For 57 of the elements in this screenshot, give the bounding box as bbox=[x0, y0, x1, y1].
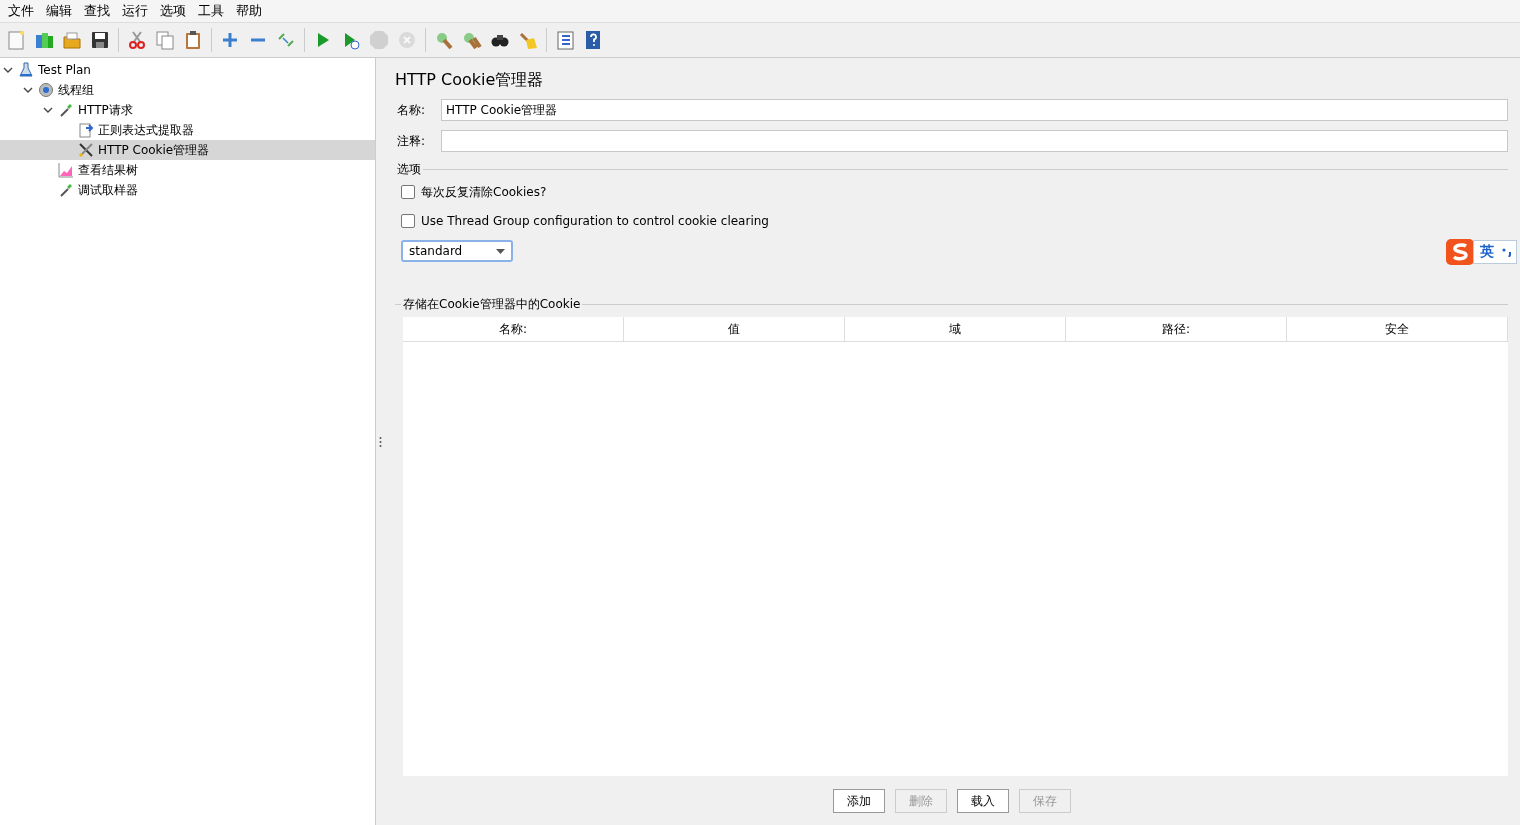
pipette-icon bbox=[58, 182, 74, 198]
punctuation-icon[interactable] bbox=[1502, 247, 1512, 257]
tree-item[interactable]: 正则表达式提取器 bbox=[0, 120, 375, 140]
grip-icon bbox=[379, 435, 382, 448]
action-button[interactable]: 载入 bbox=[956, 789, 1009, 813]
menu-item[interactable]: 选项 bbox=[154, 2, 192, 20]
column-header[interactable]: 路径: bbox=[1066, 317, 1287, 341]
column-header[interactable]: 值 bbox=[624, 317, 845, 341]
checkbox-label: Use Thread Group configuration to control cookie clearing bbox=[421, 214, 769, 228]
column-header[interactable]: 安全 bbox=[1287, 317, 1508, 341]
checkbox-label: 每次反复清除Cookies? bbox=[421, 183, 547, 201]
tree-item[interactable]: 调试取样器 bbox=[0, 180, 375, 200]
copy-icon[interactable] bbox=[155, 30, 175, 50]
ime-status-bar[interactable]: 英 bbox=[1473, 240, 1517, 264]
tree-item[interactable]: 线程组 bbox=[0, 80, 375, 100]
field-label: 名称: bbox=[397, 101, 427, 119]
clipboard-icon[interactable] bbox=[183, 30, 203, 50]
plus-icon[interactable] bbox=[220, 30, 240, 50]
menu-item[interactable]: 运行 bbox=[116, 2, 154, 20]
books-icon[interactable] bbox=[34, 30, 54, 50]
menu-item[interactable]: 查找 bbox=[78, 2, 116, 20]
text-field[interactable] bbox=[441, 130, 1508, 152]
new-file-icon[interactable] bbox=[6, 30, 26, 50]
list-icon[interactable] bbox=[555, 30, 575, 50]
checkbox[interactable] bbox=[401, 185, 415, 199]
tree-item[interactable]: HTTP请求 bbox=[0, 100, 375, 120]
brooms-icon[interactable] bbox=[462, 30, 482, 50]
section-title: 选项 bbox=[396, 161, 422, 178]
scissors-icon[interactable] bbox=[127, 30, 147, 50]
caret-icon bbox=[496, 248, 505, 254]
gear-icon bbox=[38, 82, 54, 98]
tree-item[interactable]: HTTP Cookie管理器 bbox=[0, 140, 375, 160]
tree-item[interactable]: 查看结果树 bbox=[0, 160, 375, 180]
folder-icon[interactable] bbox=[62, 30, 82, 50]
panel-title: HTTP Cookie管理器 bbox=[395, 70, 545, 91]
wrench-screwdriver-icon bbox=[78, 142, 94, 158]
menu-item[interactable]: 文件 bbox=[2, 2, 40, 20]
chart-icon bbox=[58, 162, 74, 178]
section-title: 存储在Cookie管理器中的Cookie bbox=[402, 296, 582, 313]
tree-item[interactable]: Test Plan bbox=[0, 60, 375, 80]
menu-item[interactable]: 帮助 bbox=[230, 2, 268, 20]
action-button[interactable]: 添加 bbox=[832, 789, 885, 813]
menu-item[interactable]: 工具 bbox=[192, 2, 230, 20]
text-field[interactable]: HTTP Cookie管理器 bbox=[441, 99, 1508, 121]
ime-logo-icon[interactable] bbox=[1445, 238, 1473, 266]
pipette-icon bbox=[58, 102, 74, 118]
field-label: 注释: bbox=[397, 132, 427, 150]
policy-dropdown[interactable]: standard bbox=[401, 240, 513, 262]
checkbox[interactable] bbox=[401, 214, 415, 228]
broom-icon[interactable] bbox=[518, 30, 538, 50]
flask-icon bbox=[18, 62, 34, 78]
column-header[interactable]: 名称: bbox=[403, 317, 624, 341]
broom-icon[interactable] bbox=[434, 30, 454, 50]
menu-item[interactable]: 编辑 bbox=[40, 2, 78, 20]
help-icon[interactable] bbox=[583, 30, 603, 50]
ime-mode[interactable]: 英 bbox=[1480, 243, 1494, 261]
column-header[interactable]: 域 bbox=[845, 317, 1066, 341]
